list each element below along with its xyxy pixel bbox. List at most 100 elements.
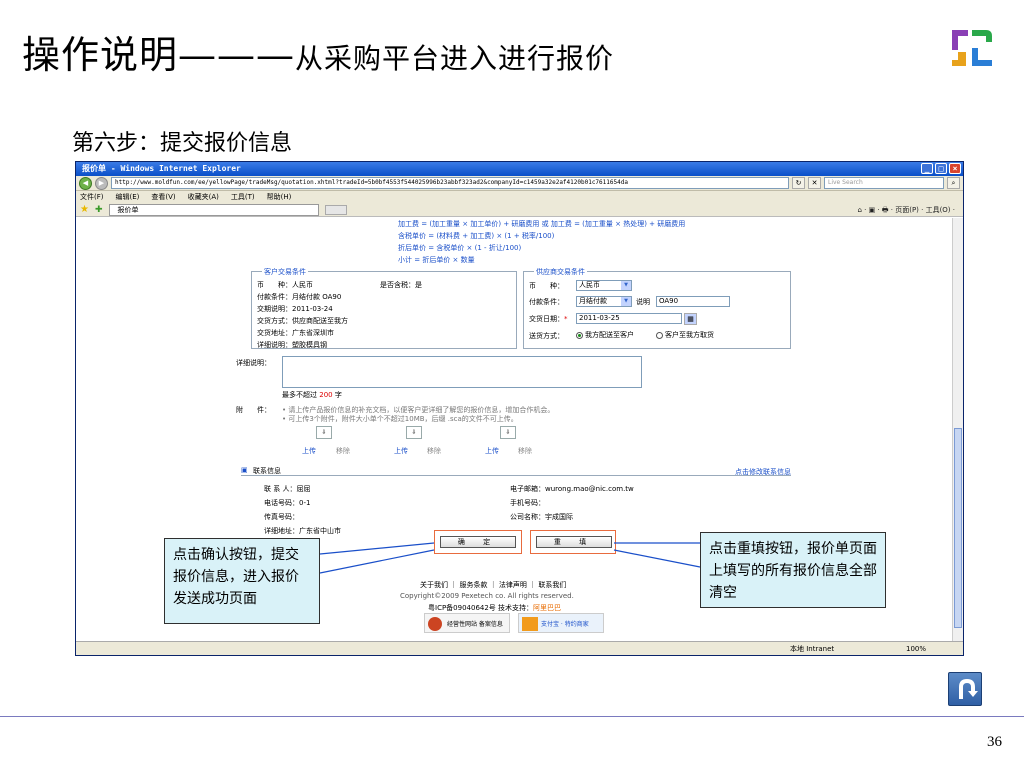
contact-phone: 电话号码：0-1 <box>264 499 311 507</box>
supplier-terms-box: 供应商交易条件 币 种： 人民币 ▼ 付款条件： 月结付款 ▼ 说明 OA90 交货… <box>523 267 791 349</box>
upload-link-3[interactable]: 上传 <box>485 446 499 456</box>
currency-value: 人民币 <box>579 281 600 289</box>
payment-select[interactable]: 月结付款 ▼ <box>576 296 632 307</box>
detail-textarea[interactable] <box>282 356 642 388</box>
customer-address: 交货地址：广东省深圳市 <box>257 329 334 337</box>
payment-note-input[interactable]: OA90 <box>656 296 730 307</box>
refresh-icon[interactable]: ↻ <box>792 177 805 189</box>
minimize-icon[interactable]: _ <box>921 163 933 174</box>
limit-number: 200 <box>319 391 333 399</box>
reset-button[interactable]: 重 填 <box>536 536 612 548</box>
contact-email: 电子邮箱：wurong.mao@nic.com.tw <box>510 485 634 493</box>
radio-icon[interactable] <box>656 331 663 339</box>
footer-links[interactable]: 关于我们 ｜ 服务条款 ｜ 法律声明 ｜ 联系我们 <box>420 580 566 590</box>
shipping-option-pickup[interactable]: 客户至我方取货 <box>656 330 714 340</box>
supplier-note-label: 说明 <box>636 298 650 306</box>
live-search-input[interactable]: Live Search <box>824 177 944 189</box>
formula-subtotal: 小计 = 折后单价 × 数量 <box>398 256 475 264</box>
contact-address: 详细地址：广东省中山市 <box>264 527 341 535</box>
limit-suffix: 字 <box>334 391 342 399</box>
company-logo <box>942 18 1002 78</box>
return-button[interactable] <box>948 672 982 706</box>
formula-discount: 折后单价 = 含税单价 × (1 - 折让/100) <box>398 244 522 252</box>
footer-copyright: Copyright©2009 Pexetech co. All rights r… <box>400 592 574 600</box>
contact-mobile: 手机号码： <box>510 499 545 507</box>
alipay-badge-label: 支付宝 · 特约商家 <box>541 621 589 628</box>
detail-limit: 最多不超过 200 字 <box>282 390 342 400</box>
currency-select[interactable]: 人民币 ▼ <box>576 280 632 291</box>
customer-detail: 详细说明：塑胶模具钢 <box>257 341 327 349</box>
formula-tax-price: 含税单价 = (材料费 + 加工费) × (1 + 税率/100) <box>398 232 555 240</box>
attachment-slot-1[interactable]: ⇩ <box>316 426 332 439</box>
contact-company: 公司名称：宇成国际 <box>510 513 573 521</box>
url-field[interactable]: http://www.moldfun.com/ee/yellowPage/tra… <box>111 177 789 189</box>
shipping-option-deliver[interactable]: 我方配送至客户 <box>576 330 634 340</box>
menu-edit[interactable]: 编辑(E) <box>116 191 140 203</box>
payment-value: 月结付款 <box>579 297 607 305</box>
address-bar: ◀ ▶ http://www.moldfun.com/ee/yellowPage… <box>76 176 963 191</box>
menu-file[interactable]: 文件(F) <box>80 191 104 203</box>
zoom-level[interactable]: 100% <box>906 642 926 655</box>
slide-title: 操作说明———从采购平台进入进行报价 <box>22 24 614 79</box>
menu-help[interactable]: 帮助(H) <box>267 191 292 203</box>
stop-icon[interactable]: ✕ <box>808 177 821 189</box>
search-icon[interactable]: ⌕ <box>947 177 960 189</box>
ie-command-bar[interactable]: ⌂ · ▣ · 🖶 · 页面(P) · 工具(O) · <box>858 204 955 216</box>
customer-payment: 付款条件：月结付款 OA90 <box>257 293 342 301</box>
u-turn-arrow-icon <box>959 678 978 699</box>
icp-company[interactable]: 阿里巴巴 <box>533 604 561 612</box>
maximize-icon[interactable]: □ <box>935 163 947 174</box>
customer-delivery-date: 交期说明：2011-03-24 <box>257 305 333 313</box>
icp-text: 粤ICP备09040642号 技术支持： <box>428 604 534 612</box>
forward-icon[interactable]: ▶ <box>95 176 108 190</box>
shipping-option-pickup-label: 客户至我方取货 <box>665 331 714 339</box>
add-favorites-icon[interactable]: ✚ <box>95 205 103 215</box>
footer-icp: 粤ICP备09040642号 技术支持：阿里巴巴 <box>428 603 561 613</box>
attachment-slot-2[interactable]: ⇩ <box>406 426 422 439</box>
formula-processing: 加工费 = (加工重量 × 加工单价) + 研磨费用 或 加工费 = (加工重量… <box>398 220 686 228</box>
menu-view[interactable]: 查看(V) <box>151 191 175 203</box>
close-icon[interactable]: × <box>949 163 961 174</box>
radio-selected-icon[interactable] <box>576 331 583 339</box>
customer-shipping: 交货方式：供应商配送至我方 <box>257 317 348 325</box>
chevron-down-icon: ▼ <box>621 297 631 306</box>
upload-link-1[interactable]: 上传 <box>302 446 316 456</box>
customer-terms-legend: 客户交易条件 <box>262 267 308 277</box>
supplier-shipping-label: 送货方式： <box>529 332 564 340</box>
shipping-option-deliver-label: 我方配送至客户 <box>585 331 634 339</box>
back-icon[interactable]: ◀ <box>79 176 92 190</box>
menu-tools[interactable]: 工具(T) <box>231 191 255 203</box>
contact-icon: ▣ <box>241 466 248 474</box>
scroll-thumb[interactable] <box>954 428 962 628</box>
menu-favorites[interactable]: 收藏夹(A) <box>188 191 219 203</box>
favorites-star-icon[interactable]: ★ <box>80 204 89 215</box>
new-tab-button[interactable] <box>324 204 347 215</box>
contact-fax: 传真号码： <box>264 513 299 521</box>
title-dash: ——— <box>178 33 296 77</box>
limit-prefix: 最多不超过 <box>282 391 317 399</box>
alipay-badge[interactable]: 支付宝 · 特约商家 <box>518 613 604 633</box>
supplier-date-label: 交货日期：* <box>529 314 568 324</box>
tab-quotation[interactable]: 报价单 <box>108 203 319 216</box>
confirm-button[interactable]: 确 定 <box>440 536 516 548</box>
remove-link-1[interactable]: 移除 <box>336 446 350 456</box>
upload-link-2[interactable]: 上传 <box>394 446 408 456</box>
remove-link-3[interactable]: 移除 <box>518 446 532 456</box>
calendar-icon[interactable]: ▦ <box>684 313 697 325</box>
step-heading: 第六步：提交报价信息 <box>72 131 293 156</box>
icp-badge[interactable]: 经营性网站 备案信息 <box>424 613 510 633</box>
customer-terms-box: 客户交易条件 币 种：人民币 是否含税：是 付款条件：月结付款 OA90 交期说… <box>251 267 517 349</box>
attachment-slot-3[interactable]: ⇩ <box>500 426 516 439</box>
security-zone: 本地 Intranet <box>790 645 835 653</box>
callout-confirm: 点击确认按钮，提交报价信息，进入报价发送成功页面 <box>164 538 320 624</box>
remove-link-2[interactable]: 移除 <box>427 446 441 456</box>
police-emblem-icon <box>428 617 442 631</box>
modify-contact-link[interactable]: 点击修改联系信息 <box>735 467 791 477</box>
title-main: 操作说明 <box>22 33 179 77</box>
attachment-label: 附 件： <box>236 406 271 414</box>
delivery-date-input[interactable]: 2011-03-25 <box>576 313 682 324</box>
vertical-scrollbar[interactable] <box>952 218 963 643</box>
menu-bar: 文件(F) 编辑(E) 查看(V) 收藏夹(A) 工具(T) 帮助(H) <box>76 191 963 203</box>
supplier-payment-label: 付款条件： <box>529 298 564 306</box>
customer-currency: 币 种：人民币 <box>257 281 313 289</box>
